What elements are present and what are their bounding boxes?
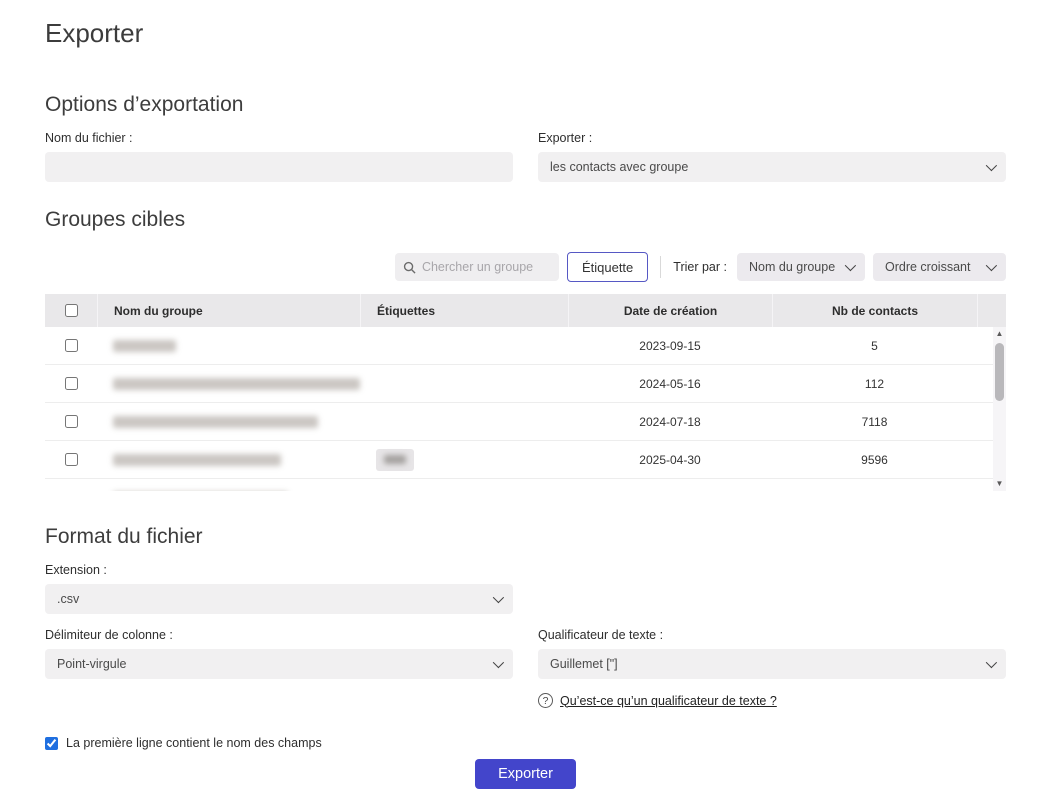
group-search-input[interactable] bbox=[422, 260, 542, 274]
file-format-heading: Format du fichier bbox=[45, 525, 1006, 549]
groups-toolbar: Étiquette Trier par : Nom du groupe Ordr… bbox=[45, 252, 1006, 282]
row-date: 2024-07-18 bbox=[568, 415, 772, 429]
qualifier-field-group: Qualificateur de texte : Guillemet ["] ?… bbox=[538, 614, 1006, 708]
search-icon bbox=[403, 261, 416, 274]
chevron-down-icon bbox=[493, 657, 504, 668]
sort-field-selected-value: Nom du groupe bbox=[749, 260, 835, 274]
groups-table: Nom du groupe Étiquettes Date de créatio… bbox=[45, 294, 1006, 491]
qualifier-help-row: ? Qu’est-ce qu’un qualificateur de texte… bbox=[538, 693, 1006, 708]
extension-row: Extension : .csv bbox=[45, 549, 1006, 614]
table-row[interactable]: 2024-05-16 112 bbox=[45, 365, 1006, 403]
row-checkbox[interactable] bbox=[65, 377, 78, 390]
delimiter-qualifier-row: Délimiteur de colonne : Point-virgule Qu… bbox=[45, 614, 1006, 708]
chevron-down-icon bbox=[493, 592, 504, 603]
export-mode-label: Exporter : bbox=[538, 131, 1006, 145]
qualifier-selected-value: Guillemet ["] bbox=[550, 657, 618, 671]
first-line-option-row: La première ligne contient le nom des ch… bbox=[45, 736, 1006, 750]
header-count: Nb de contacts bbox=[772, 294, 977, 327]
export-submit-button[interactable]: Exporter bbox=[475, 759, 576, 789]
table-row[interactable]: 2024-07-18 7118 bbox=[45, 403, 1006, 441]
redacted-tag-label bbox=[384, 455, 406, 464]
delimiter-selected-value: Point-virgule bbox=[57, 657, 126, 671]
extension-label: Extension : bbox=[45, 563, 513, 577]
header-scroll-gap bbox=[977, 294, 990, 327]
sort-order-selected-value: Ordre croissant bbox=[885, 260, 970, 274]
export-mode-selected-value: les contacts avec groupe bbox=[550, 160, 688, 174]
groups-table-header: Nom du groupe Étiquettes Date de créatio… bbox=[45, 294, 1006, 327]
redacted-group-name bbox=[113, 416, 318, 428]
delimiter-select[interactable]: Point-virgule bbox=[45, 649, 513, 679]
extension-select[interactable]: .csv bbox=[45, 584, 513, 614]
row-count: 112 bbox=[772, 377, 977, 391]
export-options-heading: Options d’exportation bbox=[45, 93, 1006, 117]
scroll-down-icon[interactable]: ▼ bbox=[996, 477, 1004, 491]
scrollbar-thumb[interactable] bbox=[995, 343, 1004, 401]
select-all-header-cell bbox=[45, 294, 97, 327]
tag-badge bbox=[376, 449, 414, 471]
row-count: 9596 bbox=[772, 453, 977, 467]
header-tags: Étiquettes bbox=[360, 294, 568, 327]
delimiter-field-group: Délimiteur de colonne : Point-virgule bbox=[45, 614, 513, 708]
export-page: Exporter Options d’exportation Nom du fi… bbox=[0, 0, 1060, 789]
table-row[interactable]: 2024-12-19 84 bbox=[45, 479, 1006, 491]
extension-selected-value: .csv bbox=[57, 592, 79, 606]
row-count: 7118 bbox=[772, 415, 977, 429]
header-date: Date de création bbox=[568, 294, 772, 327]
filename-input[interactable] bbox=[45, 152, 513, 182]
row-checkbox[interactable] bbox=[65, 415, 78, 428]
scroll-up-icon[interactable]: ▲ bbox=[996, 327, 1004, 341]
first-line-checkbox[interactable] bbox=[45, 737, 58, 750]
chevron-down-icon bbox=[986, 657, 997, 668]
redacted-group-name bbox=[113, 454, 281, 466]
help-icon: ? bbox=[538, 693, 553, 708]
row-date: 2024-05-16 bbox=[568, 377, 772, 391]
qualifier-label: Qualificateur de texte : bbox=[538, 628, 1006, 642]
row-count: 5 bbox=[772, 339, 977, 353]
header-group-name: Nom du groupe bbox=[97, 294, 360, 327]
redacted-group-name bbox=[113, 378, 360, 390]
redacted-group-name bbox=[113, 340, 176, 352]
row-date: 2025-04-30 bbox=[568, 453, 772, 467]
first-line-checkbox-label[interactable]: La première ligne contient le nom des ch… bbox=[66, 736, 322, 750]
page-title: Exporter bbox=[45, 18, 1006, 49]
filename-label: Nom du fichier : bbox=[45, 131, 513, 145]
row-checkbox[interactable] bbox=[65, 339, 78, 352]
row-count: 84 bbox=[772, 491, 977, 492]
export-mode-field-group: Exporter : les contacts avec groupe bbox=[538, 117, 1006, 182]
submit-row: Exporter bbox=[45, 759, 1006, 789]
sort-field-select[interactable]: Nom du groupe bbox=[737, 253, 865, 281]
sort-by-label: Trier par : bbox=[673, 260, 727, 274]
target-groups-heading: Groupes cibles bbox=[45, 208, 1006, 232]
chevron-down-icon bbox=[845, 260, 856, 271]
delimiter-label: Délimiteur de colonne : bbox=[45, 628, 513, 642]
table-row[interactable]: 2025-04-30 9596 bbox=[45, 441, 1006, 479]
extension-field-group: Extension : .csv bbox=[45, 549, 513, 614]
export-options-grid: Nom du fichier : Exporter : les contacts… bbox=[45, 117, 1006, 182]
group-search-box[interactable] bbox=[395, 253, 559, 281]
export-mode-select[interactable]: les contacts avec groupe bbox=[538, 152, 1006, 182]
row-date: 2024-12-19 bbox=[568, 491, 772, 492]
groups-table-body: 2023-09-15 5 2024-05-16 112 2024-07-18 7… bbox=[45, 327, 1006, 491]
table-scrollbar[interactable]: ▲ ▼ bbox=[993, 327, 1006, 491]
table-row[interactable]: 2023-09-15 5 bbox=[45, 327, 1006, 365]
sort-order-select[interactable]: Ordre croissant bbox=[873, 253, 1006, 281]
row-date: 2023-09-15 bbox=[568, 339, 772, 353]
toolbar-divider bbox=[660, 256, 661, 278]
filename-field-group: Nom du fichier : bbox=[45, 117, 513, 182]
chevron-down-icon bbox=[986, 160, 997, 171]
row-checkbox[interactable] bbox=[65, 453, 78, 466]
qualifier-help-link[interactable]: Qu’est-ce qu’un qualificateur de texte ? bbox=[560, 694, 777, 708]
select-all-checkbox[interactable] bbox=[65, 304, 78, 317]
chevron-down-icon bbox=[986, 260, 997, 271]
qualifier-select[interactable]: Guillemet ["] bbox=[538, 649, 1006, 679]
tag-filter-button[interactable]: Étiquette bbox=[567, 252, 648, 282]
